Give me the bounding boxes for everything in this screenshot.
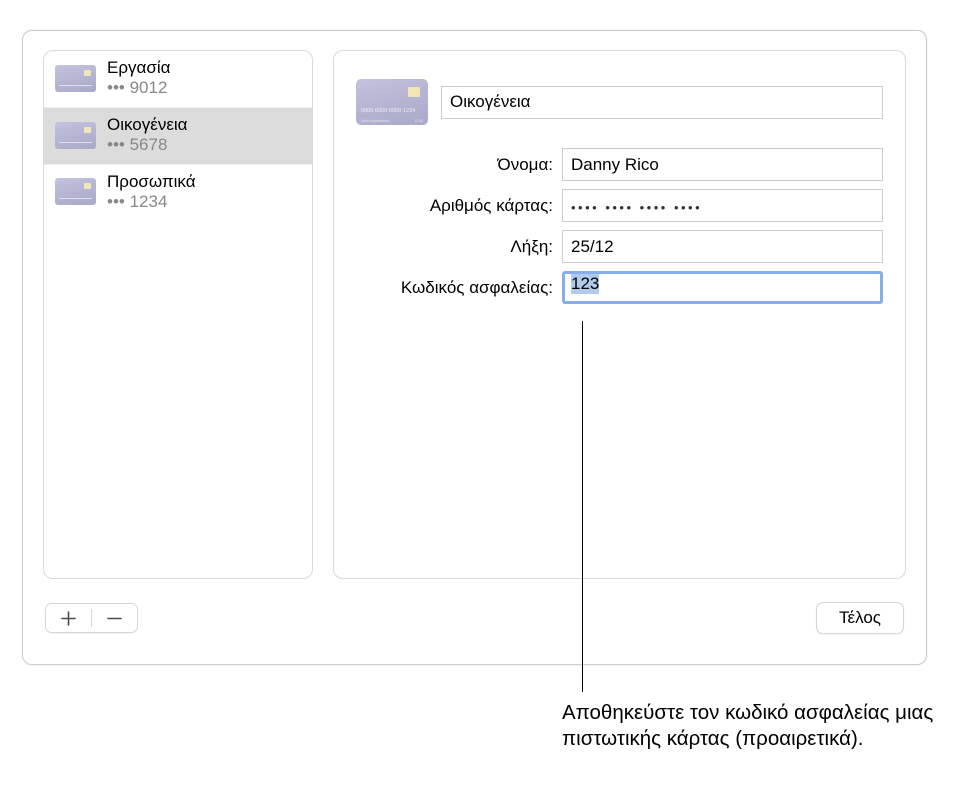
callout-leader-line [582,321,583,692]
number-label: Αριθμός κάρτας: [356,196,553,216]
callout-caption: Αποθηκεύστε τον κωδικό ασφαλείας μιας πι… [562,700,942,752]
card-number-input[interactable] [562,189,883,222]
window-footer: Τέλος [23,591,926,645]
card-list-item-work[interactable]: Εργασία ••• 9012 [44,51,312,108]
add-remove-group [45,603,138,633]
form-row-number: Αριθμός κάρτας: [356,189,883,222]
card-title: Οικογένεια [107,115,188,135]
card-list-item-family[interactable]: Οικογένεια ••• 5678 [44,108,312,165]
name-label: Όνομα: [356,155,553,175]
credit-card-icon [55,178,96,205]
card-sidebar: Εργασία ••• 9012 Οικογένεια ••• 5678 Προ… [43,50,313,579]
expiry-label: Λήξη: [356,237,553,257]
card-detail-panel: John Appleseed 1234 Όνομα: Αριθμός κάρτα… [333,50,906,579]
credit-card-icon [55,122,96,149]
card-title: Προσωπικά [107,172,196,192]
security-label: Κωδικός ασφαλείας: [356,278,553,298]
card-list-item-personal[interactable]: Προσωπικά ••• 1234 [44,165,312,221]
preferences-window: Εργασία ••• 9012 Οικογένεια ••• 5678 Προ… [22,30,927,665]
detail-header: John Appleseed 1234 [356,79,883,125]
card-mask: ••• 5678 [107,135,188,155]
security-code-value: 123 [571,274,599,294]
credit-card-icon [55,65,96,92]
form-rows: Όνομα: Αριθμός κάρτας: Λήξη: Κωδικός ασφ… [356,148,883,304]
form-row-security: Κωδικός ασφαλείας: 123 [356,271,883,304]
content-area: Εργασία ••• 9012 Οικογένεια ••• 5678 Προ… [23,31,926,591]
add-card-button[interactable] [46,604,91,632]
form-row-name: Όνομα: [356,148,883,181]
remove-card-button[interactable] [92,604,137,632]
security-code-input[interactable]: 123 [562,271,883,304]
card-text: Εργασία ••• 9012 [107,58,170,99]
minus-icon [107,611,122,626]
card-text: Προσωπικά ••• 1234 [107,172,196,213]
card-title: Εργασία [107,58,170,78]
card-name-input[interactable] [441,86,883,119]
done-button[interactable]: Τέλος [816,602,904,634]
form-row-expiry: Λήξη: [356,230,883,263]
expiry-input[interactable] [562,230,883,263]
credit-card-icon-large: John Appleseed 1234 [356,79,428,125]
cardholder-name-input[interactable] [562,148,883,181]
card-mask: ••• 1234 [107,192,196,212]
plus-icon [61,611,76,626]
card-text: Οικογένεια ••• 5678 [107,115,188,156]
card-mask: ••• 9012 [107,78,170,98]
